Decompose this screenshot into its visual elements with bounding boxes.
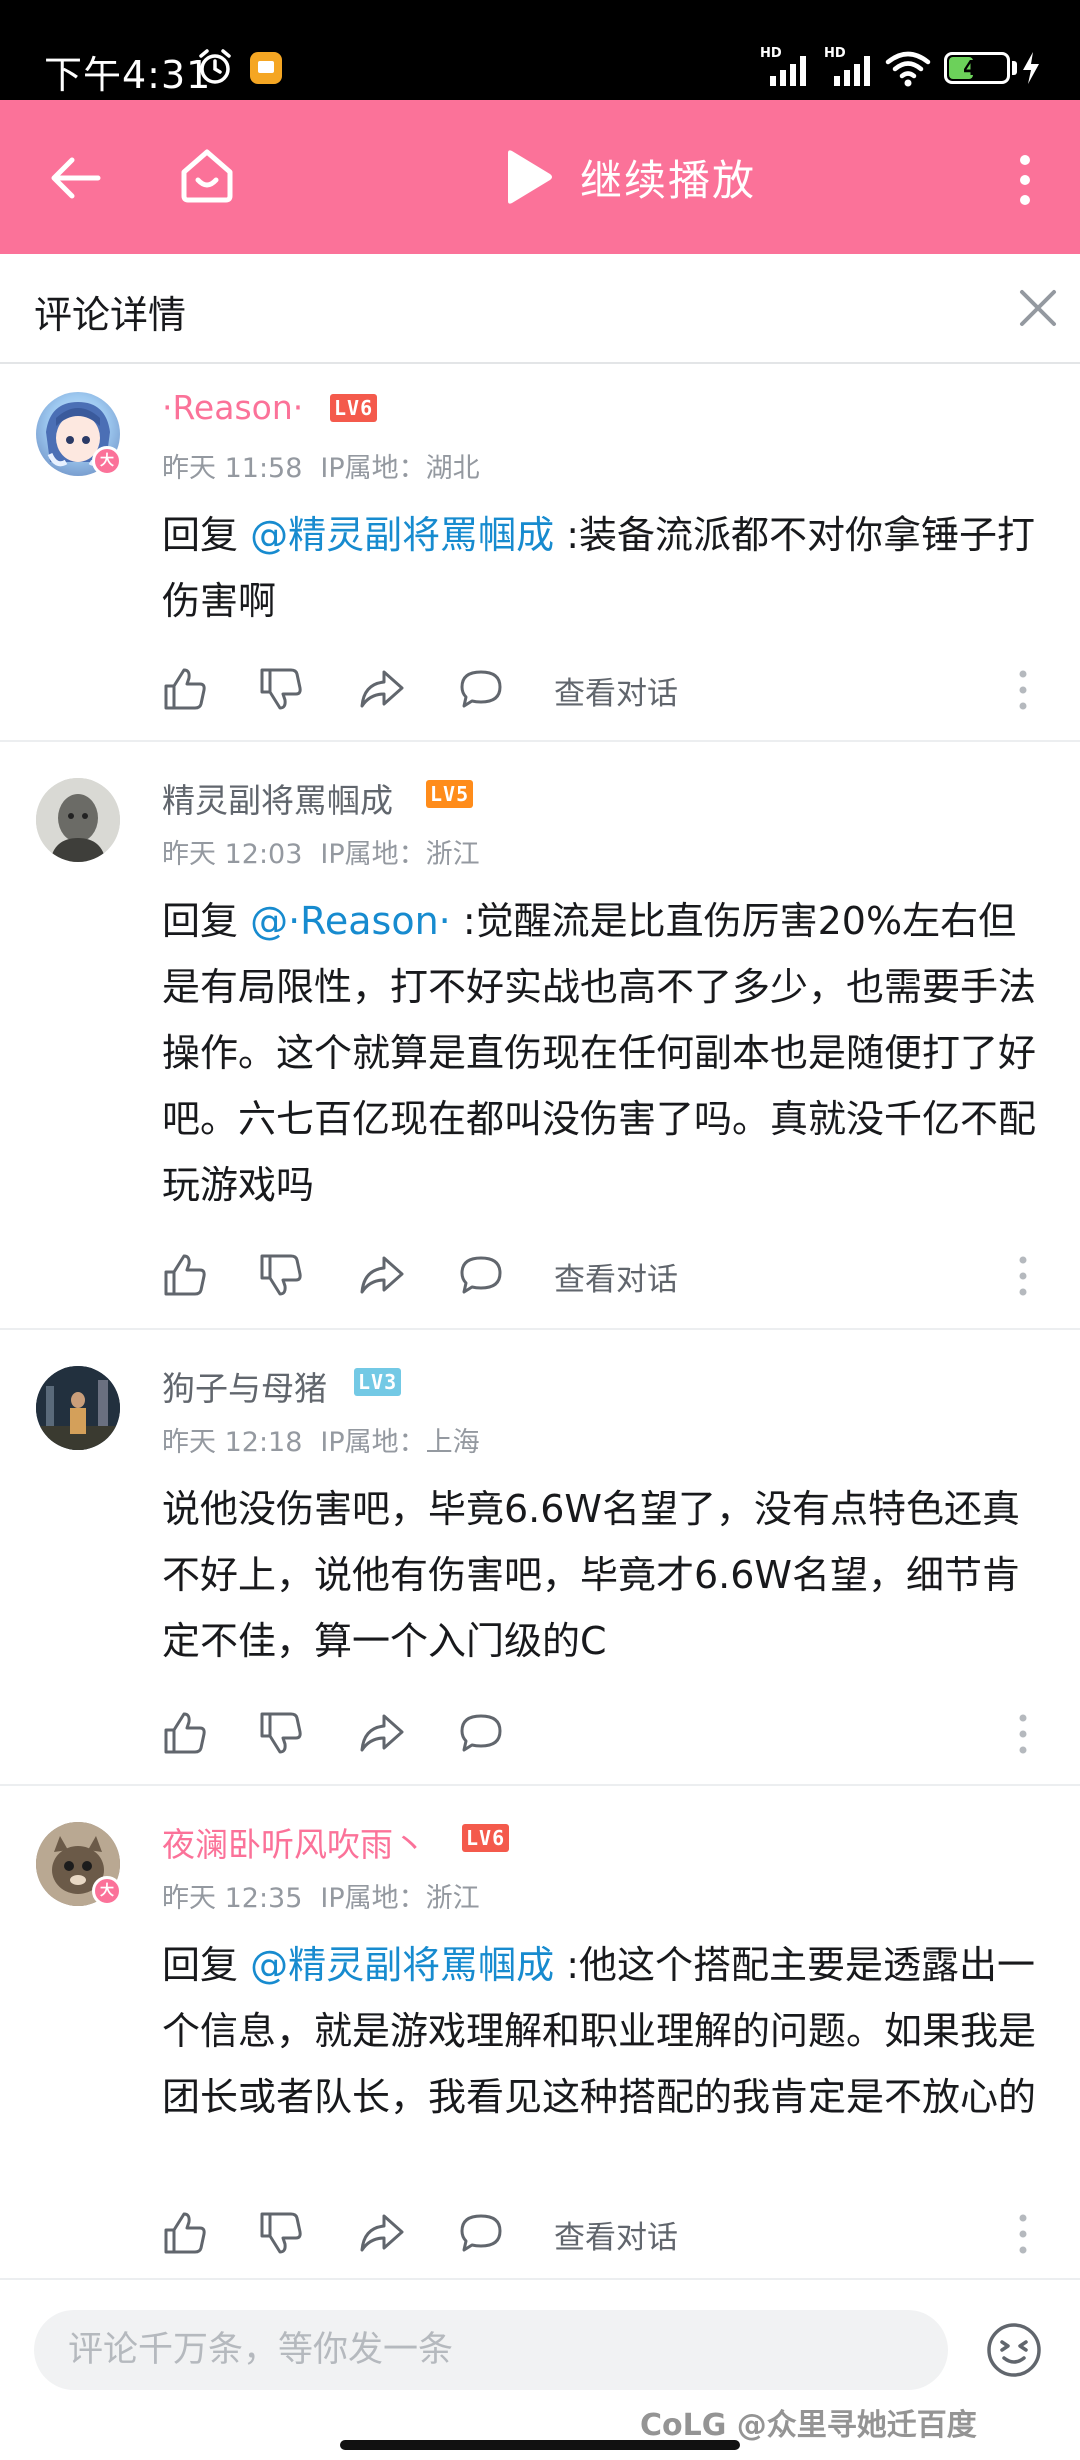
comment-item: 大 夜澜卧听风吹雨丶 LV6 昨天 12:35 IP属地：浙江 回复 @精灵副将罵… [0, 1786, 1080, 2278]
comment-time: 昨天 12:18 [162, 1427, 303, 1458]
avatar[interactable] [36, 778, 120, 862]
comment-actions [162, 1710, 1042, 1760]
avatar[interactable] [36, 1366, 120, 1450]
comment-item: 精灵副将罵帼成 LV5 昨天 12:03 IP属地：浙江 回复 @·Reason·… [0, 742, 1080, 1328]
comment-username[interactable]: 夜澜卧听风吹雨丶 [162, 1818, 426, 1866]
comment-content: 回复 @·Reason· :觉醒流是比直伤厉害20%左右但是有局限性，打不好实战… [162, 888, 1042, 1218]
battery-icon: 47 [944, 52, 1010, 84]
comment-meta: 昨天 12:18 IP属地：上海 [162, 1420, 498, 1459]
charging-icon [1023, 52, 1039, 84]
like-icon[interactable] [162, 1710, 208, 1756]
level-badge: LV6 [462, 1824, 510, 1852]
comment-username[interactable]: 狗子与母猪 [162, 1362, 327, 1410]
dislike-icon[interactable] [258, 1252, 304, 1298]
page-title: 评论详情 [34, 293, 187, 337]
comment-meta: 昨天 12:03 IP属地：浙江 [162, 832, 498, 871]
view-conversation-link[interactable]: 查看对话 [554, 668, 678, 713]
alarm-icon [199, 49, 231, 84]
dislike-icon[interactable] [258, 666, 304, 712]
avatar-image [36, 778, 120, 862]
play-icon [508, 150, 552, 204]
comment-time: 昨天 12:35 [162, 1883, 303, 1914]
share-icon[interactable] [358, 666, 404, 712]
more-options-icon[interactable] [1016, 668, 1030, 712]
reply-comment-icon[interactable] [458, 666, 504, 712]
comment-detail-header: 评论详情 [0, 254, 1080, 364]
mention-link[interactable]: @·Reason· [250, 899, 451, 943]
comment-actions: 查看对话 [162, 2210, 1042, 2260]
comment-content: 回复 @精灵副将罵帼成 :他这个搭配主要是透露出一个信息，就是游戏理解和职业理解… [162, 1932, 1042, 2130]
reply-comment-icon[interactable] [458, 2210, 504, 2256]
app-notification-icon [250, 52, 282, 84]
more-options-icon[interactable] [1016, 2212, 1030, 2256]
like-icon[interactable] [162, 1252, 208, 1298]
comment-time: 昨天 11:58 [162, 453, 303, 484]
top-app-bar: 继续播放 [0, 100, 1080, 254]
like-icon[interactable] [162, 2210, 208, 2256]
more-options-icon[interactable] [1016, 1712, 1030, 1756]
comment-actions: 查看对话 [162, 1252, 1042, 1302]
comment-time: 昨天 12:03 [162, 839, 303, 870]
reply-prefix: 回复 [162, 1943, 251, 1987]
battery-tip [1012, 61, 1017, 75]
watermark: CoLG @众里寻她迁百度 [640, 2408, 977, 2443]
level-badge: LV3 [354, 1368, 402, 1396]
comment-meta: 昨天 12:35 IP属地：浙江 [162, 1876, 498, 1915]
more-options-icon[interactable] [1016, 1254, 1030, 1298]
comment-ip: IP属地：上海 [320, 1427, 480, 1458]
battery-text: 47 [963, 56, 991, 80]
vip-badge-icon: 大 [92, 446, 122, 476]
home-indicator[interactable] [340, 2440, 740, 2450]
avatar-image [36, 1366, 120, 1450]
wifi-icon [885, 51, 931, 87]
more-vertical-icon[interactable] [1010, 152, 1040, 208]
vip-badge-icon: 大 [92, 1876, 122, 1906]
comment-content: 说他没伤害吧，毕竟6.6W名望了，没有点特色还真不好上，说他有伤害吧，毕竟才6.… [162, 1476, 1042, 1674]
comment-text: :觉醒流是比直伤厉害20%左右但是有局限性，打不好实战也高不了多少，也需要手法操… [162, 899, 1037, 1207]
mention-link[interactable]: @精灵副将罵帼成 [250, 1943, 554, 1987]
signal-icon: HD [760, 46, 814, 88]
view-conversation-link[interactable]: 查看对话 [554, 1254, 678, 1299]
share-icon[interactable] [358, 2210, 404, 2256]
status-time: 下午4:31 [44, 53, 212, 97]
comment-ip: IP属地：浙江 [320, 839, 480, 870]
comment-ip: IP属地：浙江 [320, 1883, 480, 1914]
reply-comment-icon[interactable] [458, 1252, 504, 1298]
dislike-icon[interactable] [258, 1710, 304, 1756]
comment-item: 大 ·Reason· LV6 昨天 11:58 IP属地：湖北 回复 @精灵副将罵… [0, 364, 1080, 742]
comment-text: 说他没伤害吧，毕竟6.6W名望了，没有点特色还真不好上，说他有伤害吧，毕竟才6.… [162, 1487, 1021, 1663]
emoji-icon[interactable] [984, 2320, 1044, 2380]
view-conversation-link[interactable]: 查看对话 [554, 2212, 678, 2257]
signal-icon: HD [824, 46, 878, 88]
reply-prefix: 回复 [162, 899, 251, 943]
level-badge: LV5 [426, 780, 474, 808]
back-arrow-icon[interactable] [48, 150, 104, 206]
reply-prefix: 回复 [162, 513, 251, 557]
comment-input-bar: CoLG @众里寻她迁百度 [0, 2278, 1080, 2460]
comment-meta: 昨天 11:58 IP属地：湖北 [162, 446, 498, 485]
like-icon[interactable] [162, 666, 208, 712]
comment-item: 狗子与母猪 LV3 昨天 12:18 IP属地：上海 说他没伤害吧，毕竟6.6W名… [0, 1330, 1080, 1786]
comment-content: 回复 @精灵副将罵帼成 :装备流派都不对你拿锤子打伤害啊 [162, 502, 1042, 634]
close-icon[interactable] [1016, 286, 1060, 330]
comment-username[interactable]: ·Reason· [162, 388, 303, 427]
continue-play-label: 继续播放 [580, 155, 757, 205]
continue-play-button[interactable]: 继续播放 [500, 144, 756, 210]
comment-ip: IP属地：湖北 [320, 453, 480, 484]
mention-link[interactable]: @精灵副将罵帼成 [250, 513, 554, 557]
comment-actions: 查看对话 [162, 666, 1042, 716]
comment-input[interactable] [34, 2310, 948, 2390]
reply-comment-icon[interactable] [458, 1710, 504, 1756]
home-icon[interactable] [176, 144, 238, 206]
dislike-icon[interactable] [258, 2210, 304, 2256]
status-bar: 下午4:31 HD HD 47 [0, 0, 1080, 100]
share-icon[interactable] [358, 1252, 404, 1298]
level-badge: LV6 [330, 394, 378, 422]
comment-username[interactable]: 精灵副将罵帼成 [162, 774, 393, 822]
share-icon[interactable] [358, 1710, 404, 1756]
